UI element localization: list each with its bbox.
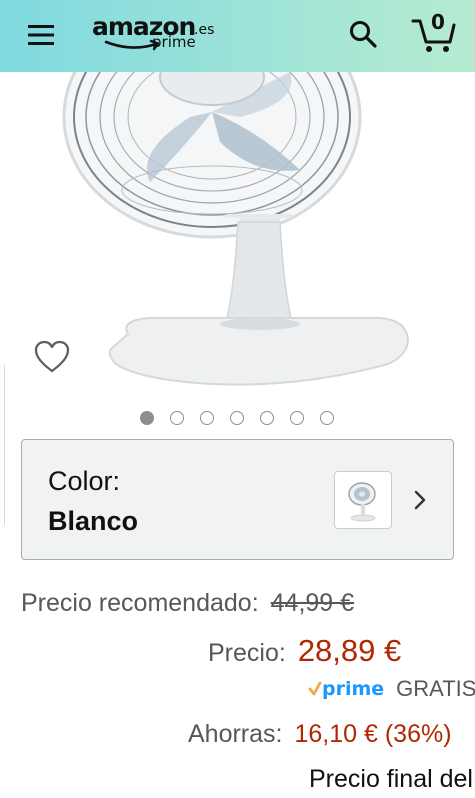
logo-tld: .es [194,22,215,38]
list-price-label: Precio recomendado: [21,589,259,617]
product-image[interactable] [0,72,475,392]
price-row: Precio: 28,89 € [208,633,401,669]
color-swatch-thumbnail[interactable] [334,471,392,529]
prime-check-icon [308,681,322,696]
amazon-prime-logo[interactable]: amazon .es prime [90,10,230,62]
price-value: 28,89 € [297,633,402,668]
logo-prime-text: prime [152,33,196,51]
carousel-dot-7[interactable] [320,411,334,425]
color-label: Color: [48,466,121,496]
image-carousel-dots [140,411,334,427]
fan-image [62,72,410,386]
color-value: Blanco [48,506,139,536]
savings-label: Ahorras: [188,720,283,748]
free-shipping-text: GRATIS [396,676,475,701]
prime-shipping-row: prime GRATIS [308,676,475,704]
savings-row: Ahorras: 16,10 € (36%) [188,720,452,749]
color-selector[interactable]: Color: Blanco [21,439,454,560]
search-icon[interactable] [347,18,379,50]
chevron-right-icon [414,490,426,510]
carousel-dot-2[interactable] [170,411,184,425]
savings-value: 16,10 € (36%) [294,720,452,748]
hamburger-menu-icon[interactable] [26,20,56,50]
list-price-row: Precio recomendado: 44,99 € [21,589,354,618]
carousel-dot-3[interactable] [200,411,214,425]
price-label: Precio: [208,639,286,667]
final-price-text: Precio final del producto [309,765,475,793]
carousel-dot-4[interactable] [230,411,244,425]
fan-thumbnail [348,482,376,522]
cart-button[interactable]: 0 [410,10,458,54]
top-nav-bar: amazon .es prime 0 [0,0,475,72]
side-panel-edge [0,365,5,525]
cart-count: 0 [431,10,445,34]
carousel-dot-1[interactable] [140,411,154,425]
carousel-dot-5[interactable] [260,411,274,425]
heart-outline-icon[interactable] [34,340,70,374]
list-price-value: 44,99 € [270,589,355,617]
prime-label: prime [322,678,385,700]
product-page: amazon .es prime 0 Color: Blanco Precio … [0,0,475,798]
carousel-dot-6[interactable] [290,411,304,425]
